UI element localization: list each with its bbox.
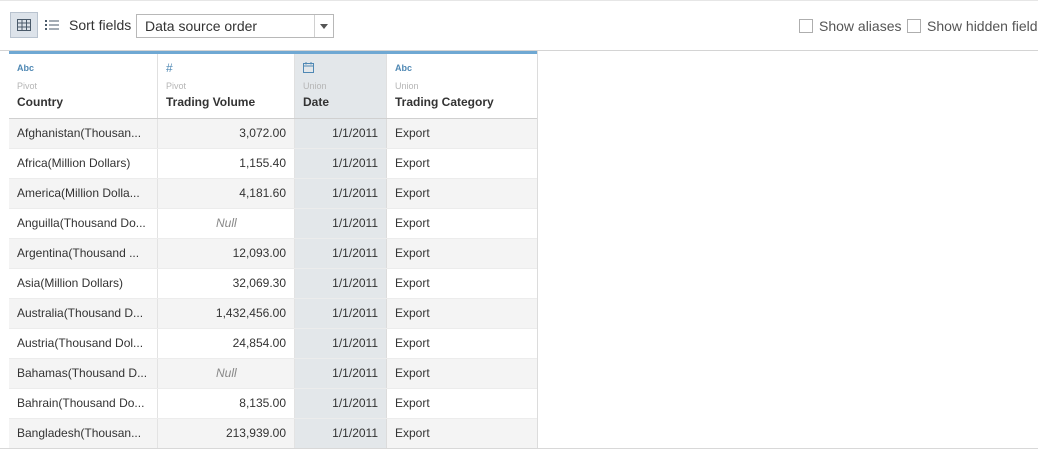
column-name: Country bbox=[17, 95, 63, 109]
date-cell[interactable]: 1/1/2011 bbox=[295, 149, 387, 178]
column-header-date[interactable]: Union Date bbox=[295, 54, 387, 118]
calendar-icon[interactable] bbox=[303, 62, 314, 74]
data-grid: Abc Pivot Country # Pivot Trading Volume… bbox=[9, 51, 538, 449]
trading-volume-cell[interactable]: 8,135.00 bbox=[158, 389, 295, 418]
string-type-icon[interactable]: Abc bbox=[395, 62, 412, 74]
trading-category-cell[interactable]: Export bbox=[387, 299, 537, 328]
grid-icon bbox=[17, 19, 31, 31]
table-row[interactable]: Argentina(Thousand ... 12,093.00 1/1/2011 E… bbox=[9, 239, 537, 269]
column-name: Trading Category bbox=[395, 95, 494, 109]
column-origin: Pivot bbox=[17, 81, 38, 91]
table-row[interactable]: Austria(Thousand Dol... 24,854.00 1/1/2011… bbox=[9, 329, 537, 359]
trading-volume-cell[interactable]: 1,155.40 bbox=[158, 149, 295, 178]
trading-category-cell[interactable]: Export bbox=[387, 209, 537, 238]
date-cell[interactable]: 1/1/2011 bbox=[295, 419, 387, 448]
country-cell[interactable]: Afghanistan(Thousan... bbox=[9, 119, 158, 148]
country-cell[interactable]: Argentina(Thousand ... bbox=[9, 239, 158, 268]
trading-category-cell[interactable]: Export bbox=[387, 359, 537, 388]
country-cell[interactable]: Africa(Million Dollars) bbox=[9, 149, 158, 178]
date-cell[interactable]: 1/1/2011 bbox=[295, 389, 387, 418]
column-origin: Union bbox=[303, 81, 327, 91]
date-cell[interactable]: 1/1/2011 bbox=[295, 209, 387, 238]
checkbox-box bbox=[907, 19, 921, 33]
country-cell[interactable]: Asia(Million Dollars) bbox=[9, 269, 158, 298]
table-row[interactable]: Australia(Thousand D... 1,432,456.00 1/1/2… bbox=[9, 299, 537, 329]
trading-volume-cell[interactable]: 32,069.30 bbox=[158, 269, 295, 298]
checkbox-box bbox=[799, 19, 813, 33]
trading-category-cell[interactable]: Export bbox=[387, 119, 537, 148]
trading-category-cell[interactable]: Export bbox=[387, 149, 537, 178]
date-cell[interactable]: 1/1/2011 bbox=[295, 299, 387, 328]
date-cell[interactable]: 1/1/2011 bbox=[295, 179, 387, 208]
column-origin: Union bbox=[395, 81, 419, 91]
string-type-icon[interactable]: Abc bbox=[17, 62, 34, 74]
sort-fields-select[interactable]: Data source order bbox=[136, 14, 334, 38]
country-cell[interactable]: Australia(Thousand D... bbox=[9, 299, 158, 328]
table-row[interactable]: Bangladesh(Thousan... 213,939.00 1/1/2011 E… bbox=[9, 419, 537, 449]
trading-volume-cell[interactable]: Null bbox=[158, 209, 295, 238]
trading-volume-cell[interactable]: 213,939.00 bbox=[158, 419, 295, 448]
column-header-trading-volume[interactable]: # Pivot Trading Volume bbox=[158, 54, 295, 118]
trading-category-cell[interactable]: Export bbox=[387, 269, 537, 298]
column-name: Trading Volume bbox=[166, 95, 256, 109]
trading-volume-cell[interactable]: 1,432,456.00 bbox=[158, 299, 295, 328]
date-cell[interactable]: 1/1/2011 bbox=[295, 119, 387, 148]
show-hidden-fields-label: Show hidden fields bbox=[927, 18, 1038, 34]
column-origin: Pivot bbox=[166, 81, 187, 91]
table-row[interactable]: Bahamas(Thousand D... Null 1/1/2011 Export bbox=[9, 359, 537, 389]
trading-volume-cell[interactable]: 24,854.00 bbox=[158, 329, 295, 358]
column-header-trading-category[interactable]: Abc Union Trading Category bbox=[387, 54, 537, 118]
table-row[interactable]: Afghanistan(Thousan... 3,072.00 1/1/2011 Ex… bbox=[9, 119, 537, 149]
show-aliases-label: Show aliases bbox=[819, 18, 902, 34]
table-row[interactable]: Anguilla(Thousand Do... Null 1/1/2011 Expor… bbox=[9, 209, 537, 239]
date-cell[interactable]: 1/1/2011 bbox=[295, 359, 387, 388]
date-cell[interactable]: 1/1/2011 bbox=[295, 269, 387, 298]
trading-category-cell[interactable]: Export bbox=[387, 419, 537, 448]
country-cell[interactable]: Bahamas(Thousand D... bbox=[9, 359, 158, 388]
country-cell[interactable]: Anguilla(Thousand Do... bbox=[9, 209, 158, 238]
trading-category-cell[interactable]: Export bbox=[387, 389, 537, 418]
trading-volume-cell[interactable]: 3,072.00 bbox=[158, 119, 295, 148]
trading-volume-cell[interactable]: 12,093.00 bbox=[158, 239, 295, 268]
trading-category-cell[interactable]: Export bbox=[387, 179, 537, 208]
list-icon bbox=[45, 20, 59, 30]
column-name: Date bbox=[303, 95, 330, 109]
country-cell[interactable]: America(Million Dolla... bbox=[9, 179, 158, 208]
table-row[interactable]: Africa(Million Dollars) 1,155.40 1/1/2011 E… bbox=[9, 149, 537, 179]
table-row[interactable]: Bahrain(Thousand Do... 8,135.00 1/1/2011 Ex… bbox=[9, 389, 537, 419]
list-view-button[interactable] bbox=[38, 12, 66, 38]
trading-volume-cell[interactable]: Null bbox=[158, 359, 295, 388]
trading-category-cell[interactable]: Export bbox=[387, 329, 537, 358]
table-row[interactable]: Asia(Million Dollars) 32,069.30 1/1/2011 Ex… bbox=[9, 269, 537, 299]
country-cell[interactable]: Bahrain(Thousand Do... bbox=[9, 389, 158, 418]
date-cell[interactable]: 1/1/2011 bbox=[295, 329, 387, 358]
show-hidden-fields-checkbox[interactable]: Show hidden fields bbox=[907, 18, 1038, 34]
sort-fields-value: Data source order bbox=[145, 18, 258, 34]
grid-view-button[interactable] bbox=[10, 12, 38, 38]
number-type-icon[interactable]: # bbox=[166, 62, 173, 74]
trading-volume-cell[interactable]: 4,181.60 bbox=[158, 179, 295, 208]
country-cell[interactable]: Bangladesh(Thousan... bbox=[9, 419, 158, 448]
column-header-country[interactable]: Abc Pivot Country bbox=[9, 54, 158, 118]
chevron-down-icon bbox=[314, 15, 333, 37]
show-aliases-checkbox[interactable]: Show aliases bbox=[799, 18, 902, 34]
country-cell[interactable]: Austria(Thousand Dol... bbox=[9, 329, 158, 358]
sort-fields-label: Sort fields bbox=[69, 17, 132, 33]
date-cell[interactable]: 1/1/2011 bbox=[295, 239, 387, 268]
trading-category-cell[interactable]: Export bbox=[387, 239, 537, 268]
toolbar: Sort fields Data source order Show alias… bbox=[0, 0, 1038, 51]
table-row[interactable]: America(Million Dolla... 4,181.60 1/1/2011… bbox=[9, 179, 537, 209]
